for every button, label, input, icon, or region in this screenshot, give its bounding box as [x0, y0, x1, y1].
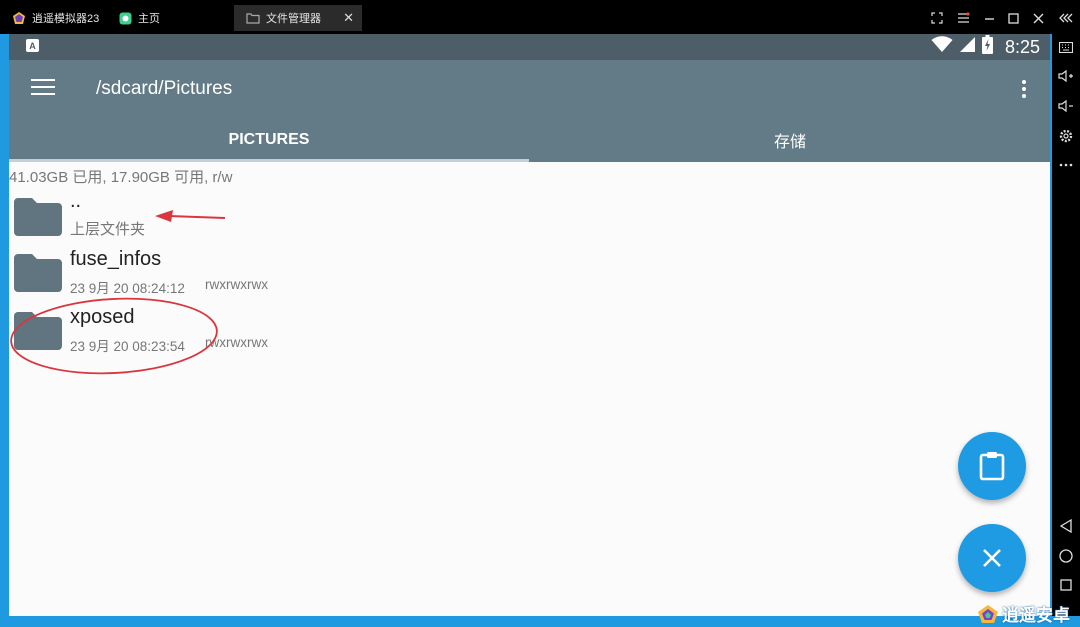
more-tools-icon[interactable]: [1057, 156, 1075, 174]
emulator-tab-file-manager[interactable]: 文件管理器 ✕: [234, 5, 362, 31]
annotation-arrow: [155, 210, 226, 222]
paste-button[interactable]: [958, 432, 1026, 500]
app-logo-icon: [12, 11, 26, 25]
volume-down-icon[interactable]: [1057, 97, 1075, 115]
watermark: 逍遥安卓: [977, 600, 1080, 627]
gear-icon[interactable]: [1057, 127, 1075, 145]
nav-home-icon[interactable]: [1057, 547, 1075, 565]
close-tab-icon[interactable]: ✕: [343, 10, 354, 26]
close-window-icon[interactable]: [1029, 9, 1047, 27]
annotation-overlay: [10, 210, 226, 375]
volume-up-icon[interactable]: [1057, 67, 1075, 85]
watermark-text: 逍遥安卓: [1002, 606, 1070, 625]
keyboard-icon[interactable]: [1057, 38, 1075, 56]
file-manager-icon: [246, 11, 260, 25]
clipboard-icon: [979, 452, 1005, 481]
menu-lines-icon[interactable]: [954, 9, 972, 27]
android-screen: A 8:25 /sdcard/Pictures PICTURES 存储 41.0…: [9, 34, 1050, 616]
home-icon: [118, 11, 132, 25]
emulator-tab-label: 文件管理器: [266, 13, 321, 25]
emulator-tab-main[interactable]: 逍遥模拟器23: [0, 5, 110, 31]
emulator-tab-label: 主页: [138, 13, 160, 25]
emulator-tab-home[interactable]: 主页: [106, 5, 230, 31]
close-icon: [983, 549, 1001, 567]
maximize-icon[interactable]: [1004, 9, 1022, 27]
minimize-icon[interactable]: [980, 9, 998, 27]
brand-logo-icon: [978, 604, 998, 623]
emulator-tab-label: 逍遥模拟器23: [32, 13, 100, 25]
nav-back-icon[interactable]: [1057, 517, 1075, 535]
emulator-title-bar: 逍遥模拟器23 主页 文件管理器 ✕: [0, 0, 1080, 34]
collapse-sidebar-icon[interactable]: [1057, 9, 1075, 27]
emulator-side-panel: [1052, 34, 1080, 616]
close-fab-button[interactable]: [958, 524, 1026, 592]
annotation-circle: [10, 297, 218, 375]
nav-recents-icon[interactable]: [1057, 576, 1075, 594]
screenshot-frame-icon[interactable]: [928, 9, 946, 27]
